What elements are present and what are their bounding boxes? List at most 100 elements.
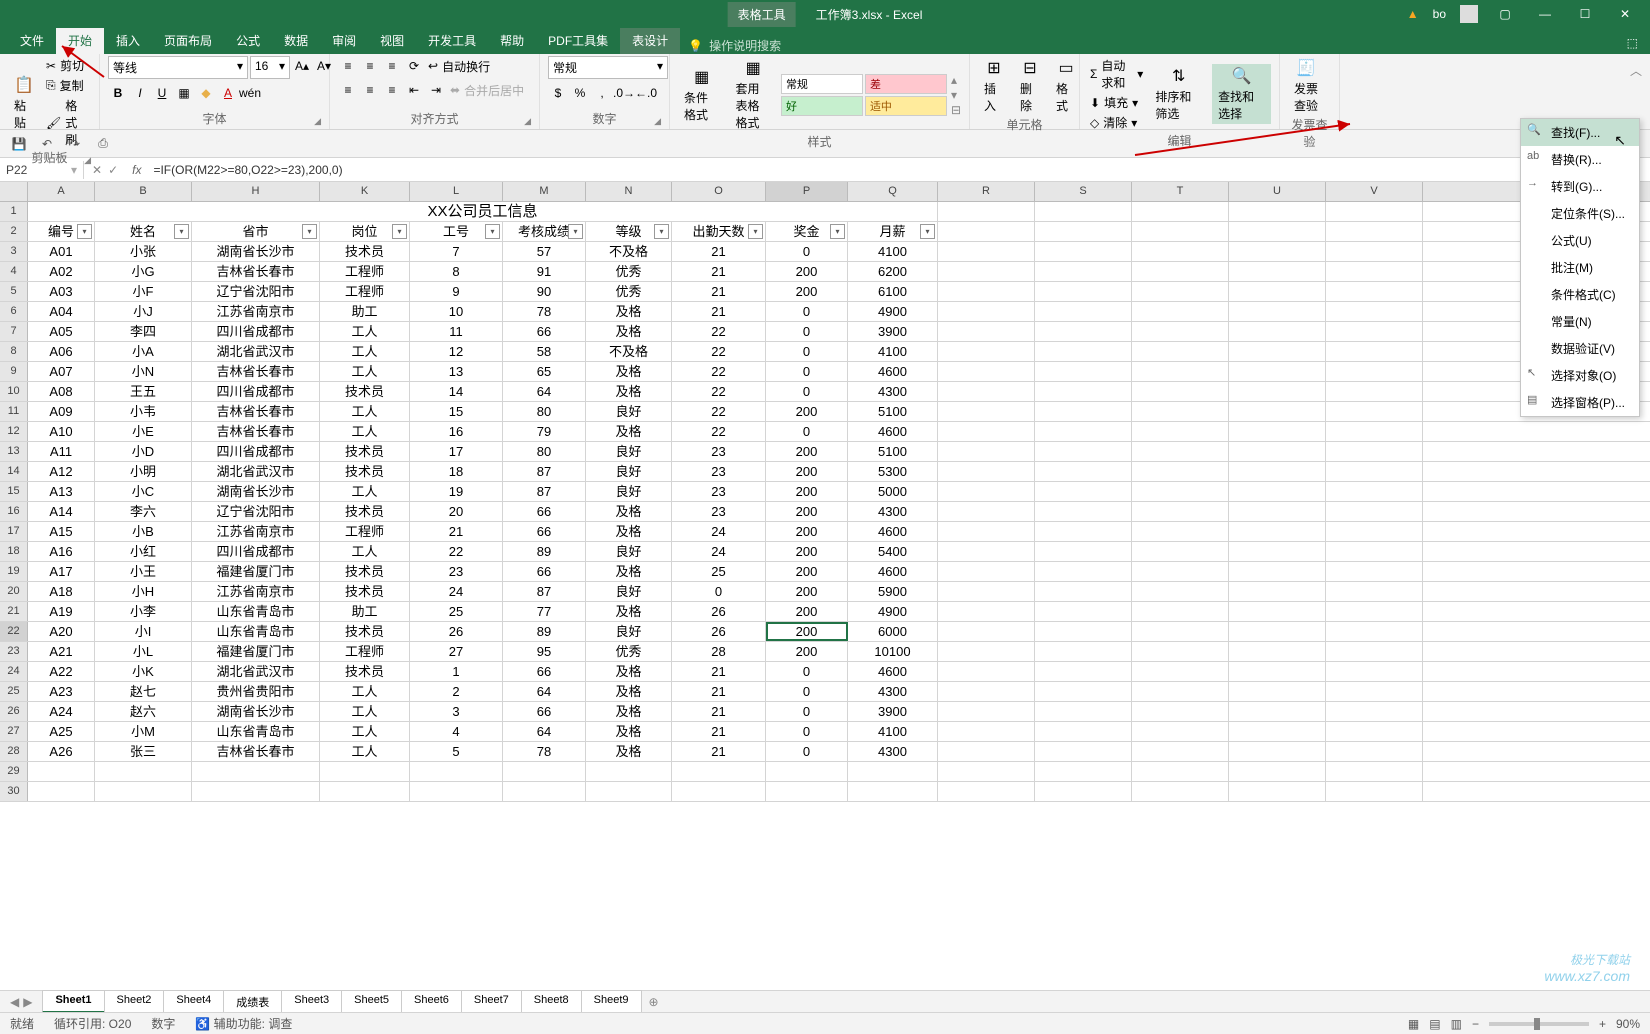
cell[interactable]: 王五 [95, 382, 192, 401]
cell[interactable]: 工程师 [320, 522, 410, 541]
cell[interactable] [410, 782, 503, 801]
gallery-down-icon[interactable]: ▾ [951, 88, 961, 102]
cell[interactable]: 0 [766, 362, 848, 381]
col-header-L[interactable]: L [410, 182, 503, 201]
cell[interactable]: 25 [410, 602, 503, 621]
row-header[interactable]: 6 [0, 302, 28, 321]
align-top-icon[interactable]: ≡ [338, 56, 358, 76]
qat-more-icon[interactable]: ⎙ [94, 135, 112, 153]
cell[interactable]: 及格 [586, 382, 672, 401]
cell[interactable]: 5100 [848, 442, 938, 461]
cell[interactable] [1132, 622, 1229, 641]
cell[interactable]: 江苏省南京市 [192, 522, 320, 541]
cell[interactable]: 0 [766, 242, 848, 261]
cell[interactable] [1229, 682, 1326, 701]
cell[interactable]: 5000 [848, 482, 938, 501]
cell[interactable]: 及格 [586, 742, 672, 761]
cell[interactable]: 200 [766, 562, 848, 581]
cell[interactable] [938, 402, 1035, 421]
cell[interactable]: 4900 [848, 302, 938, 321]
cell[interactable]: 及格 [586, 562, 672, 581]
gallery-more-icon[interactable]: ⊟ [951, 103, 961, 117]
cell[interactable]: 湖南省长沙市 [192, 482, 320, 501]
cell[interactable]: 小张 [95, 242, 192, 261]
cell[interactable]: 26 [672, 622, 766, 641]
cell[interactable] [1035, 282, 1132, 301]
cell[interactable] [410, 762, 503, 781]
sheet-tab[interactable]: Sheet6 [401, 990, 462, 1013]
cell[interactable]: 87 [503, 462, 586, 481]
cell[interactable] [1035, 422, 1132, 441]
cell[interactable] [1035, 362, 1132, 381]
cell[interactable]: A09 [28, 402, 95, 421]
merge-center-button[interactable]: ⬌合并后居中 [448, 80, 526, 100]
cell[interactable] [938, 322, 1035, 341]
cell[interactable]: 山东省青岛市 [192, 622, 320, 641]
cell[interactable] [95, 782, 192, 801]
cell[interactable]: A13 [28, 482, 95, 501]
cell[interactable]: 技术员 [320, 242, 410, 261]
row-header[interactable]: 4 [0, 262, 28, 281]
cell[interactable] [938, 262, 1035, 281]
close-icon[interactable]: ✕ [1612, 4, 1638, 24]
cell[interactable]: 80 [503, 442, 586, 461]
cell[interactable]: 技术员 [320, 562, 410, 581]
cell[interactable]: 工人 [320, 682, 410, 701]
cell[interactable]: A25 [28, 722, 95, 741]
cell[interactable]: 小明 [95, 462, 192, 481]
cell[interactable]: 湖北省武汉市 [192, 342, 320, 361]
cell[interactable]: 64 [503, 722, 586, 741]
font-name-select[interactable]: 等线▾ [108, 56, 248, 79]
cell[interactable] [1326, 422, 1423, 441]
cell[interactable]: 小H [95, 582, 192, 601]
cell[interactable] [192, 762, 320, 781]
cell[interactable]: 小K [95, 662, 192, 681]
cell[interactable]: 技术员 [320, 502, 410, 521]
tab-layout[interactable]: 页面布局 [152, 27, 224, 54]
col-header-R[interactable]: R [938, 182, 1035, 201]
cell[interactable] [938, 482, 1035, 501]
tab-table-design[interactable]: 表设计 [620, 27, 680, 54]
cell[interactable] [938, 562, 1035, 581]
cell[interactable] [1326, 542, 1423, 561]
cell[interactable]: 66 [503, 502, 586, 521]
cell[interactable]: 200 [766, 642, 848, 661]
cell[interactable] [938, 502, 1035, 521]
cell[interactable]: 77 [503, 602, 586, 621]
cell[interactable] [938, 282, 1035, 301]
cell[interactable]: 工人 [320, 482, 410, 501]
col-header-H[interactable]: H [192, 182, 320, 201]
cell[interactable]: 小李 [95, 602, 192, 621]
cell[interactable]: 58 [503, 342, 586, 361]
cell[interactable] [1326, 642, 1423, 661]
cell[interactable]: 工人 [320, 322, 410, 341]
cell[interactable]: 1 [410, 662, 503, 681]
cell[interactable] [672, 762, 766, 781]
row-header[interactable]: 11 [0, 402, 28, 421]
cell[interactable] [1326, 442, 1423, 461]
row-header[interactable]: 27 [0, 722, 28, 741]
cell[interactable]: A08 [28, 382, 95, 401]
cell[interactable] [1229, 202, 1326, 221]
cell[interactable]: 李六 [95, 502, 192, 521]
cell[interactable]: 200 [766, 542, 848, 561]
cell[interactable]: 良好 [586, 442, 672, 461]
cell[interactable] [1132, 682, 1229, 701]
cell[interactable]: 22 [672, 342, 766, 361]
cell[interactable]: 64 [503, 382, 586, 401]
cell[interactable]: 0 [672, 582, 766, 601]
invoice-button[interactable]: 🧾发票 查验 [1288, 56, 1324, 116]
filter-icon[interactable]: ▾ [920, 224, 935, 239]
cell[interactable] [1035, 382, 1132, 401]
cell[interactable] [1132, 422, 1229, 441]
cell[interactable] [848, 762, 938, 781]
cell[interactable]: 湖南省长沙市 [192, 242, 320, 261]
cell[interactable]: 及格 [586, 682, 672, 701]
view-break-icon[interactable]: ▥ [1451, 1017, 1462, 1031]
zoom-level[interactable]: 90% [1616, 1017, 1640, 1031]
view-normal-icon[interactable]: ▦ [1408, 1017, 1419, 1031]
cell[interactable]: 18 [410, 462, 503, 481]
cell[interactable] [1229, 542, 1326, 561]
cell[interactable]: 优秀 [586, 642, 672, 661]
cell[interactable] [1229, 562, 1326, 581]
